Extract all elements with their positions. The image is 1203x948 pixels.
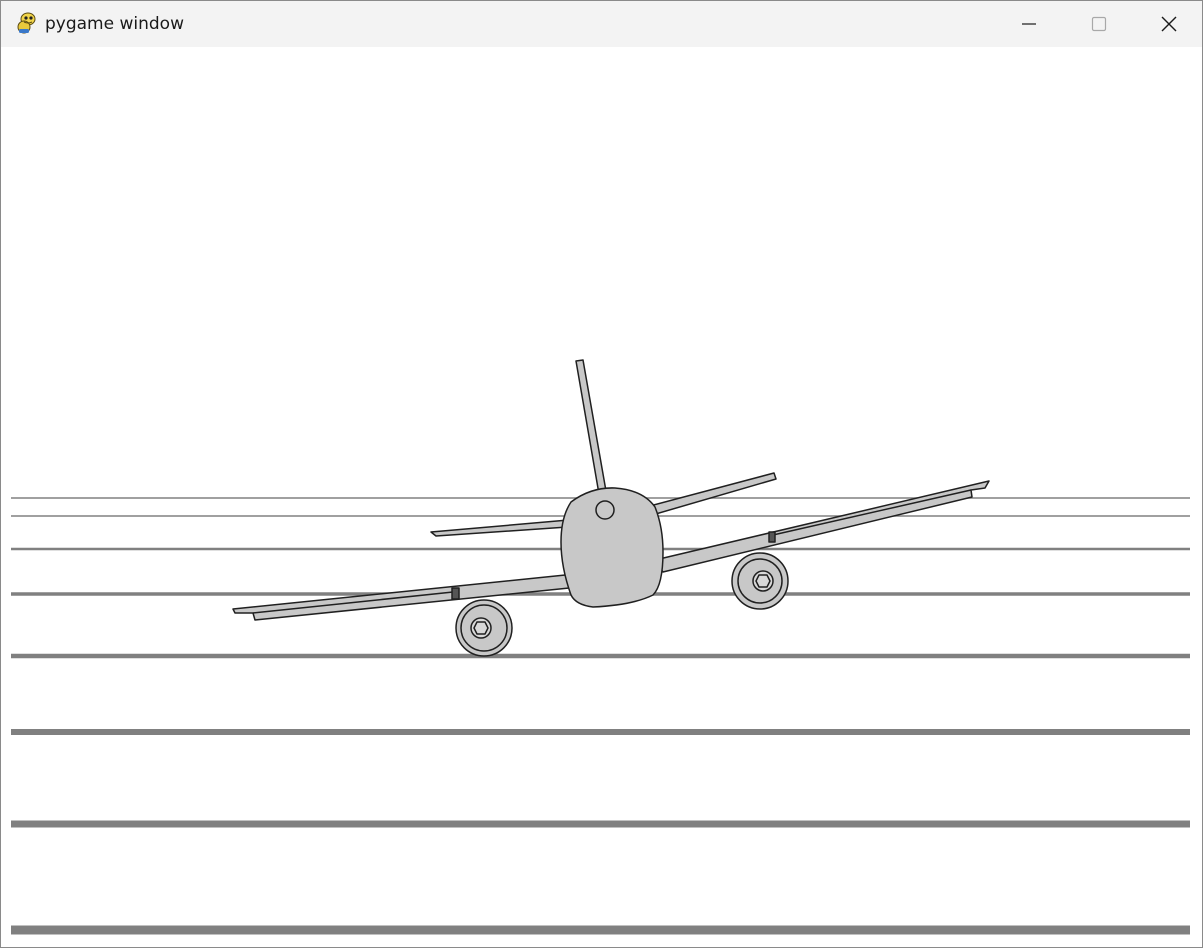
- close-icon: [1161, 16, 1177, 32]
- app-window: pygame window: [0, 0, 1203, 948]
- left-stabilizer: [430, 518, 583, 537]
- title-bar[interactable]: pygame window: [1, 1, 1202, 47]
- airplane: [232, 359, 990, 657]
- right-landing-gear: [731, 552, 789, 610]
- minimize-button[interactable]: [994, 1, 1064, 47]
- maximize-icon: [1091, 16, 1107, 32]
- pygame-snake-icon: [15, 11, 39, 35]
- tail-fin: [575, 359, 607, 495]
- window-title: pygame window: [45, 14, 184, 34]
- right-wing-edge: [772, 489, 972, 536]
- close-button[interactable]: [1134, 1, 1202, 47]
- left-engine-pylon: [451, 587, 460, 600]
- game-canvas[interactable]: [3, 47, 1202, 947]
- right-engine-pylon: [768, 531, 776, 543]
- left-landing-gear: [455, 599, 513, 657]
- tail-cone: [595, 500, 615, 520]
- minimize-icon: [1022, 23, 1036, 25]
- maximize-button[interactable]: [1064, 1, 1134, 47]
- scene-svg: [11, 359, 1190, 935]
